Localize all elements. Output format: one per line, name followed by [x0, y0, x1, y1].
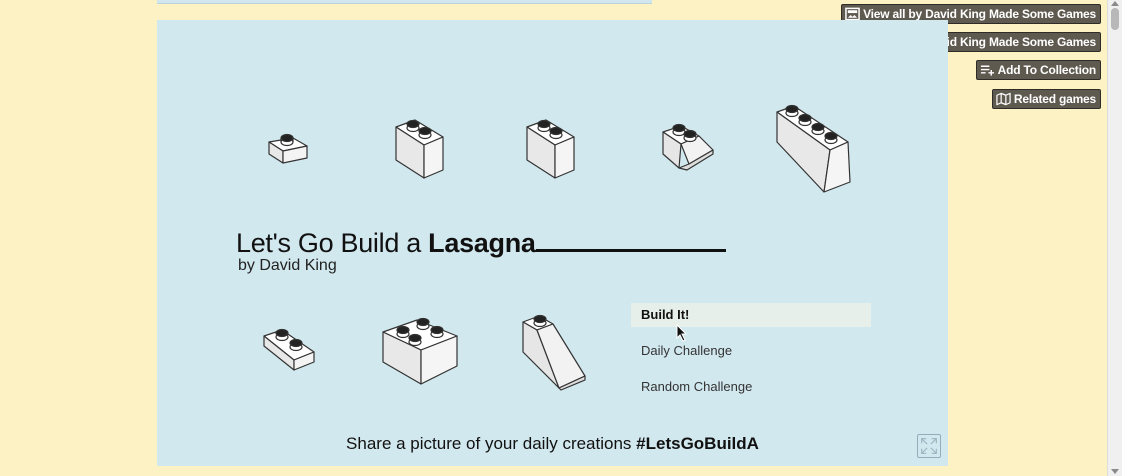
scroll-thumb[interactable] [1111, 8, 1119, 30]
map-icon [996, 92, 1011, 106]
gallery-icon [845, 7, 860, 21]
embed-top-strip [157, 0, 652, 4]
brick-1x2-upright-icon [526, 119, 575, 179]
menu-daily-challenge[interactable]: Daily Challenge [631, 339, 871, 363]
title-blank-line [535, 229, 726, 252]
playlist-add-icon [980, 65, 994, 76]
related-games-button[interactable]: Related games [991, 89, 1101, 109]
add-to-collection-label: Add To Collection [997, 63, 1097, 77]
page-scrollbar[interactable] [1107, 0, 1122, 476]
scroll-up-arrow-icon[interactable] [1111, 1, 1119, 6]
plate-1x2-icon [263, 328, 315, 371]
brick-1x4-icon [776, 104, 851, 193]
related-games-label: Related games [1013, 92, 1096, 106]
fullscreen-icon[interactable] [917, 434, 941, 458]
view-all-label: View all by David King Made Some Games [863, 7, 1096, 21]
slope-brick-tall-icon [522, 314, 586, 391]
mouse-cursor-icon [676, 324, 688, 342]
scroll-down-arrow-icon[interactable] [1111, 469, 1119, 474]
brick-1x2-icon [395, 119, 444, 179]
game-menu: Build It! Daily Challenge Random Challen… [631, 303, 871, 411]
slope-brick-icon [662, 123, 714, 171]
menu-build-it[interactable]: Build It! [631, 303, 871, 327]
menu-random-challenge[interactable]: Random Challenge [631, 375, 871, 399]
footer-text: Share a picture of your daily creations [346, 434, 637, 453]
game-byline: by David King [238, 257, 337, 274]
share-footer: Share a picture of your daily creations … [157, 434, 948, 454]
title-word: Lasagna [428, 228, 536, 258]
brick-2x2-icon [382, 317, 458, 385]
add-to-collection-button[interactable]: Add To Collection [975, 60, 1101, 80]
game-title: Let's Go Build a Lasagna [236, 228, 726, 259]
flat-brick-1x2-icon [268, 133, 308, 164]
game-canvas[interactable]: Let's Go Build a Lasagna by David King B… [157, 20, 948, 466]
title-prefix: Let's Go Build a [236, 228, 429, 258]
footer-hashtag: #LetsGoBuildA [636, 434, 759, 453]
